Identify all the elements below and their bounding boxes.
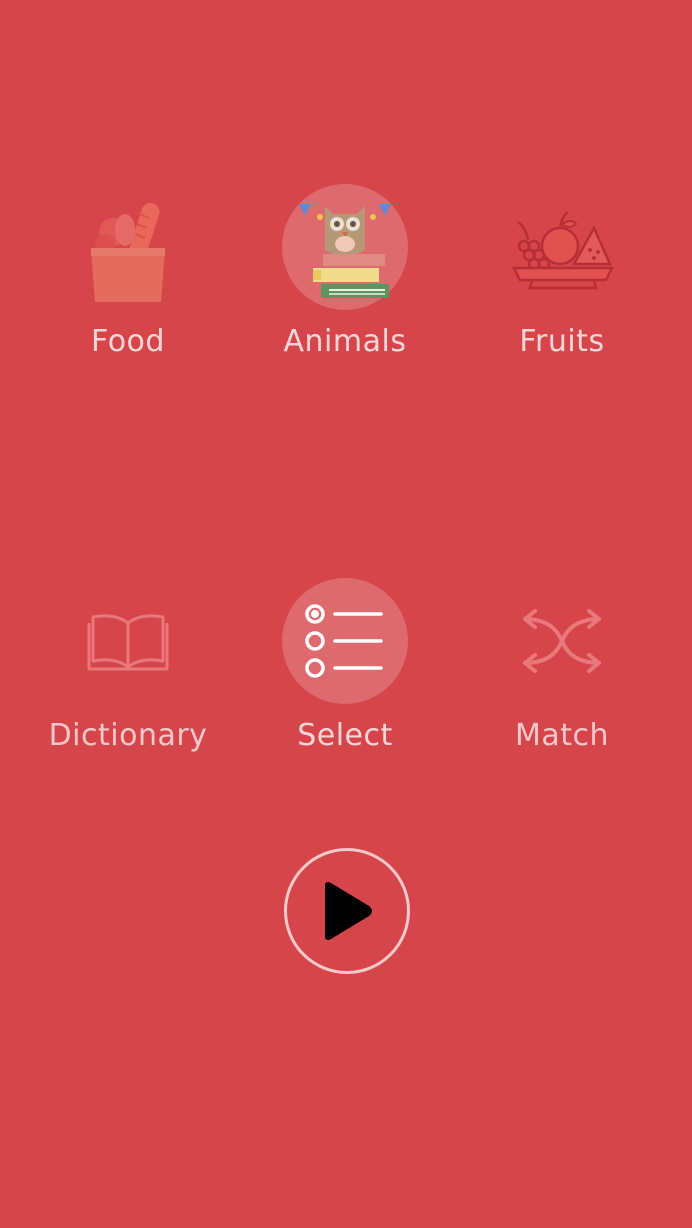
play-button[interactable] — [284, 848, 410, 974]
category-label: Food — [91, 324, 165, 359]
mode-label: Dictionary — [48, 718, 208, 753]
radio-list-icon — [282, 578, 408, 704]
grocery-bag-icon — [65, 184, 191, 310]
mode-label: Select — [297, 718, 393, 753]
mode-label: Match — [514, 718, 610, 753]
play-icon — [325, 882, 372, 940]
category-label: Fruits — [519, 324, 605, 359]
open-book-icon — [65, 578, 191, 704]
shuffle-icon — [499, 578, 625, 704]
fruit-bowl-icon — [499, 184, 625, 310]
category-label: Animals — [283, 324, 407, 359]
owl-on-books-icon — [282, 184, 408, 310]
